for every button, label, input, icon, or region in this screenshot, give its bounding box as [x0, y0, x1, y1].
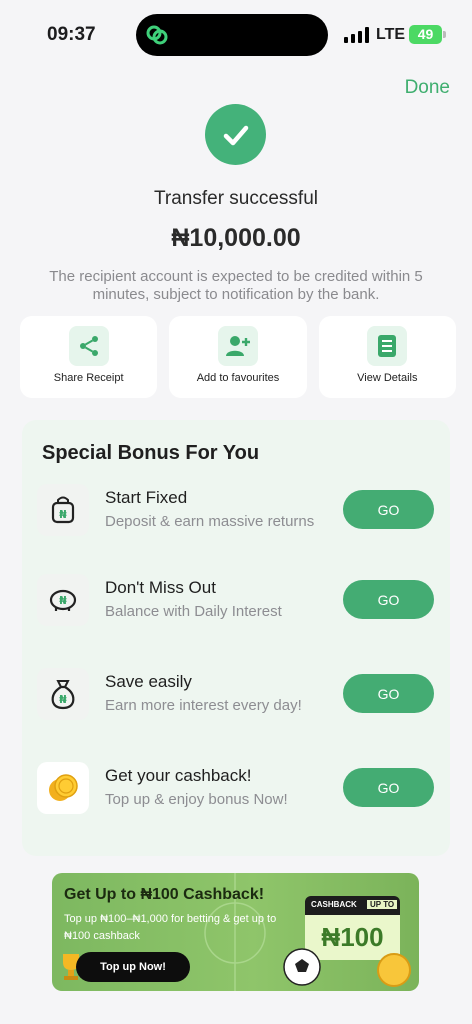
banner-title: Get Up to ₦100 Cashback!: [64, 886, 265, 903]
top-up-now-button[interactable]: Top up Now!: [76, 952, 190, 982]
svg-text:₦: ₦: [59, 693, 67, 706]
bonus-item-subtitle: Top up & enjoy bonus Now!: [105, 791, 288, 808]
bonus-item-subtitle: Earn more interest every day!: [105, 697, 302, 714]
lock-bag-icon: ₦: [37, 484, 89, 536]
svg-text:₦: ₦: [59, 594, 67, 607]
go-button-dont-miss-out[interactable]: GO: [343, 580, 434, 619]
piggy-bank-icon: ₦: [37, 574, 89, 626]
document-icon: [367, 326, 408, 366]
view-details-button[interactable]: View Details: [318, 316, 456, 398]
svg-text:₦: ₦: [59, 508, 67, 521]
go-button-start-fixed[interactable]: GO: [343, 490, 434, 529]
success-check-icon: [205, 104, 266, 165]
go-button-cashback[interactable]: GO: [343, 768, 434, 807]
add-user-icon: [217, 326, 258, 366]
status-bar: 09:37 LTE 49: [0, 0, 472, 70]
view-details-label: View Details: [357, 372, 418, 384]
money-bag-icon: ₦: [37, 668, 89, 720]
cashback-tag-label: CASHBACK: [311, 900, 357, 909]
go-button-save-easily[interactable]: GO: [343, 674, 434, 713]
action-cards: Share Receipt Add to favourites View Det…: [20, 316, 456, 398]
bonus-item-cashback: Get your cashback! Top up & enjoy bonus …: [22, 762, 450, 818]
coin-icon: [377, 953, 411, 987]
bonus-item-title: Save easily: [105, 672, 192, 691]
bonus-item-title: Start Fixed: [105, 488, 188, 507]
bonus-item-dont-miss-out: ₦ Don't Miss Out Balance with Daily Inte…: [22, 574, 450, 630]
bonus-item-save-easily: ₦ Save easily Earn more interest every d…: [22, 668, 450, 724]
banner-subtitle: Top up ₦100–₦1,000 for betting & get up …: [64, 913, 277, 942]
share-receipt-button[interactable]: Share Receipt: [20, 316, 158, 398]
bonus-title: Special Bonus For You: [42, 442, 260, 464]
cashback-promo-banner[interactable]: Get Up to ₦100 Cashback! Top up ₦100–₦1,…: [52, 873, 419, 991]
bonus-item-title: Don't Miss Out: [105, 578, 216, 597]
result-title: Transfer successful: [153, 188, 318, 209]
share-receipt-label: Share Receipt: [53, 372, 124, 384]
battery-icon: 49: [409, 25, 442, 44]
upto-tag-label: UP TO: [367, 900, 398, 909]
special-bonus-card: Special Bonus For You ₦ Start Fixed Depo…: [22, 420, 450, 856]
done-button[interactable]: Done: [405, 77, 450, 99]
battery-tip: [443, 31, 446, 38]
bonus-item-start-fixed: ₦ Start Fixed Deposit & earn massive ret…: [22, 484, 450, 540]
add-to-favourites-button[interactable]: Add to favourites: [169, 316, 307, 398]
link-icon: [146, 25, 168, 45]
bonus-item-subtitle: Deposit & earn massive returns: [105, 513, 315, 530]
bonus-item-title: Get your cashback!: [105, 766, 252, 785]
status-time: 09:37: [47, 24, 96, 45]
signal-icon: [344, 27, 369, 43]
result-amount: ₦10,000.00: [171, 224, 301, 252]
football-icon: [283, 948, 321, 986]
add-to-favourites-label: Add to favourites: [196, 372, 280, 384]
coins-icon: [37, 762, 89, 814]
dynamic-island: [136, 14, 328, 56]
network-type: LTE: [376, 26, 406, 43]
bonus-item-subtitle: Balance with Daily Interest: [105, 603, 282, 620]
result-note: The recipient account is expected to be …: [49, 268, 423, 303]
share-icon: [68, 326, 109, 366]
